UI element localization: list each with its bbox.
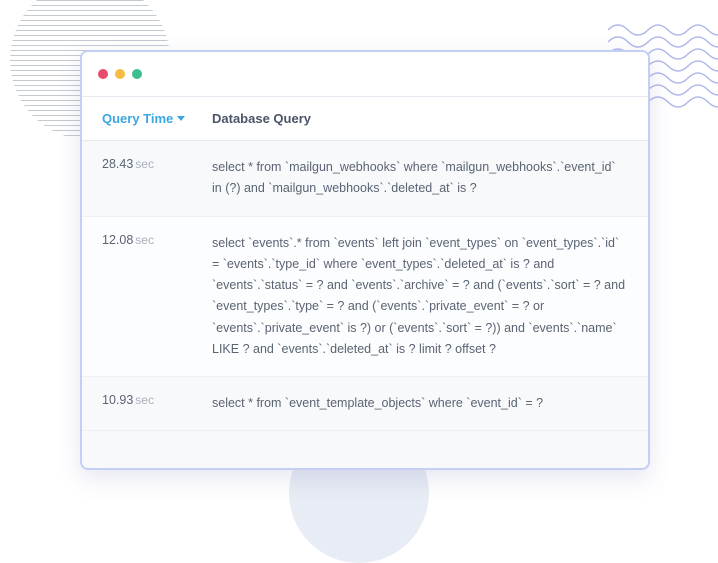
- window-close-button[interactable]: [98, 69, 108, 79]
- query-text-cell: select `events`.* from `events` left joi…: [212, 233, 628, 361]
- query-time-value: 10.93: [102, 393, 133, 407]
- window-titlebar: [82, 52, 648, 96]
- query-text-cell: select * from `mailgun_webhooks` where `…: [212, 157, 628, 200]
- query-time-cell: 10.93sec: [102, 393, 212, 414]
- query-time-value: 28.43: [102, 157, 133, 171]
- query-time-cell: 28.43sec: [102, 157, 212, 200]
- time-unit: sec: [135, 233, 154, 247]
- window-maximize-button[interactable]: [132, 69, 142, 79]
- query-time-value: 12.08: [102, 233, 133, 247]
- sort-desc-icon: [177, 116, 185, 121]
- table-header: Query Time Database Query: [82, 96, 648, 141]
- table-body: 28.43sec select * from `mailgun_webhooks…: [82, 141, 648, 431]
- table-row: 12.08sec select `events`.* from `events`…: [82, 217, 648, 378]
- query-window: Query Time Database Query 28.43sec selec…: [80, 50, 650, 470]
- database-query-label: Database Query: [212, 111, 311, 126]
- column-header-query-time[interactable]: Query Time: [102, 111, 212, 126]
- query-time-cell: 12.08sec: [102, 233, 212, 361]
- time-unit: sec: [135, 157, 154, 171]
- query-text-cell: select * from `event_template_objects` w…: [212, 393, 628, 414]
- column-header-database-query[interactable]: Database Query: [212, 111, 628, 126]
- table-row: 28.43sec select * from `mailgun_webhooks…: [82, 141, 648, 217]
- time-unit: sec: [135, 393, 154, 407]
- table-row: 10.93sec select * from `event_template_o…: [82, 377, 648, 431]
- query-time-label: Query Time: [102, 111, 173, 126]
- window-minimize-button[interactable]: [115, 69, 125, 79]
